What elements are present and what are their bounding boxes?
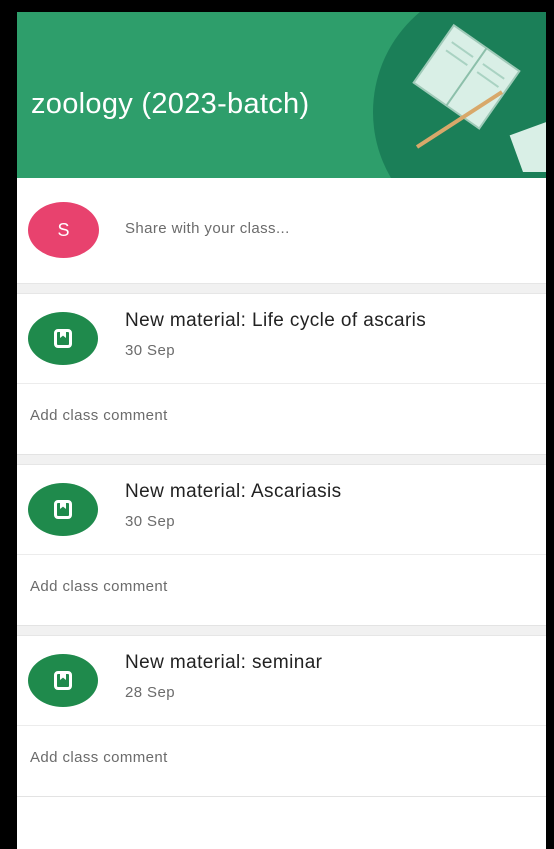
divider: [17, 455, 546, 465]
stream-post: New material: Life cycle of ascaris 30 S…: [17, 294, 546, 455]
post-header[interactable]: New material: seminar 28 Sep: [17, 636, 546, 726]
phone-screen: zoology (2023-batch) S Share with your c…: [17, 12, 546, 849]
post-title[interactable]: New material: Life cycle of ascaris: [125, 310, 426, 332]
material-icon: [28, 654, 98, 707]
post-title[interactable]: New material: seminar: [125, 652, 322, 674]
divider: [17, 626, 546, 636]
share-composer[interactable]: S Share with your class...: [17, 178, 546, 284]
class-banner: zoology (2023-batch): [17, 12, 546, 178]
material-icon: [28, 312, 98, 365]
post-title[interactable]: New material: Ascariasis: [125, 481, 342, 503]
user-avatar: S: [28, 202, 99, 258]
post-date: 30 Sep: [125, 513, 175, 530]
post-date: 28 Sep: [125, 684, 175, 701]
post-header[interactable]: New material: Life cycle of ascaris 30 S…: [17, 294, 546, 384]
material-icon: [28, 483, 98, 536]
divider: [17, 284, 546, 294]
book-illustration-icon: [412, 23, 546, 172]
stream-post: New material: seminar 28 Sep Add class c…: [17, 636, 546, 797]
add-comment-button[interactable]: Add class comment: [30, 407, 168, 424]
stream-post: New material: Ascariasis 30 Sep Add clas…: [17, 465, 546, 626]
share-input[interactable]: Share with your class...: [125, 220, 290, 237]
add-comment-button[interactable]: Add class comment: [30, 578, 168, 595]
post-date: 30 Sep: [125, 342, 175, 359]
add-comment-button[interactable]: Add class comment: [30, 749, 168, 766]
post-header[interactable]: New material: Ascariasis 30 Sep: [17, 465, 546, 555]
class-title[interactable]: zoology (2023-batch): [31, 88, 309, 121]
